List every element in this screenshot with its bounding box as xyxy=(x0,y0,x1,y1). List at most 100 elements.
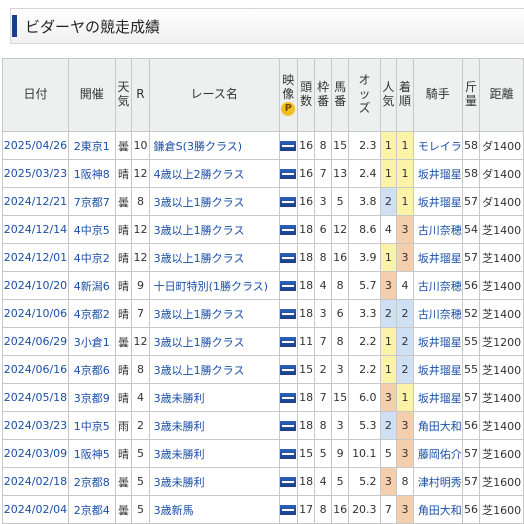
race-date-link[interactable]: 2024/03/23 xyxy=(2,411,69,440)
race-name-link[interactable]: 3歳以上1勝クラス xyxy=(148,327,280,356)
venue-link[interactable]: 1中京5 xyxy=(67,411,116,440)
race-date-link[interactable]: 2025/04/26 xyxy=(2,131,69,160)
video-icon[interactable] xyxy=(280,225,297,235)
video-icon[interactable] xyxy=(280,253,297,263)
race-name-link[interactable]: 3歳以上1勝クラス xyxy=(148,299,280,328)
col-header-date[interactable]: 日付 xyxy=(2,58,69,132)
video-icon[interactable] xyxy=(280,505,297,515)
col-header-race-number[interactable]: R xyxy=(131,58,150,132)
race-date-link[interactable]: 2024/03/09 xyxy=(2,439,69,468)
video-icon[interactable] xyxy=(280,169,297,179)
venue-link[interactable]: 3京都9 xyxy=(67,383,116,412)
venue-link[interactable]: 4中京5 xyxy=(67,215,116,244)
race-name-link[interactable]: 3歳以上1勝クラス xyxy=(148,355,280,384)
video-cell[interactable] xyxy=(278,439,298,468)
video-cell[interactable] xyxy=(278,243,298,272)
video-cell[interactable] xyxy=(278,131,298,160)
jockey-link[interactable]: 角田大和 xyxy=(412,495,463,524)
race-name-link[interactable]: 3歳未勝利 xyxy=(148,411,280,440)
venue-link[interactable]: 2京都8 xyxy=(67,467,116,496)
venue-link[interactable]: 4中京2 xyxy=(67,243,116,272)
race-date-link[interactable]: 2025/03/23 xyxy=(2,159,69,188)
jockey-link[interactable]: 坂井瑠星 xyxy=(412,243,463,272)
video-cell[interactable] xyxy=(278,215,298,244)
race-date-link[interactable]: 2024/12/01 xyxy=(2,243,69,272)
race-name-link[interactable]: 3歳以上1勝クラス xyxy=(148,187,280,216)
video-icon[interactable] xyxy=(280,477,297,487)
video-cell[interactable] xyxy=(278,383,298,412)
page-title: ビダーヤの競走成績 xyxy=(25,18,161,36)
race-date-link[interactable]: 2024/10/20 xyxy=(2,271,69,300)
col-header-venue[interactable]: 開催 xyxy=(67,58,116,132)
venue-link[interactable]: 4京都2 xyxy=(67,299,116,328)
jockey-link[interactable]: 古川奈穂 xyxy=(412,299,463,328)
video-icon[interactable] xyxy=(280,365,297,375)
race-date-link[interactable]: 2024/06/29 xyxy=(2,327,69,356)
video-icon[interactable] xyxy=(280,337,297,347)
video-cell[interactable] xyxy=(278,495,298,524)
venue-link[interactable]: 3小倉1 xyxy=(67,327,116,356)
race-name-link[interactable]: 4歳以上2勝クラス xyxy=(148,159,280,188)
video-icon[interactable] xyxy=(280,421,297,431)
video-icon[interactable] xyxy=(280,197,297,207)
jockey-link[interactable]: 坂井瑠星 xyxy=(412,159,463,188)
jockey-link[interactable]: モレイラ xyxy=(412,131,463,160)
jockey-link[interactable]: 津村明秀 xyxy=(412,467,463,496)
race-name-link[interactable]: 十日町特別(1勝クラス) xyxy=(148,271,280,300)
video-icon[interactable] xyxy=(280,281,297,291)
venue-link[interactable]: 1阪神5 xyxy=(67,439,116,468)
venue-link[interactable]: 2京都4 xyxy=(67,495,116,524)
jockey-link[interactable]: 坂井瑠星 xyxy=(412,187,463,216)
venue-link[interactable]: 1阪神8 xyxy=(67,159,116,188)
jockey-link[interactable]: 古川奈穂 xyxy=(412,271,463,300)
jockey-link[interactable]: 角田大和 xyxy=(412,411,463,440)
race-date-link[interactable]: 2024/12/21 xyxy=(2,187,69,216)
video-cell[interactable] xyxy=(278,187,298,216)
race-name-link[interactable]: 鎌倉S(3勝クラス) xyxy=(148,131,280,160)
col-header-gate[interactable]: 枠番 xyxy=(314,58,332,132)
race-date-link[interactable]: 2024/06/16 xyxy=(2,355,69,384)
col-header-weight[interactable]: 斤量 xyxy=(461,58,481,132)
video-icon[interactable] xyxy=(280,309,297,319)
jockey-link[interactable]: 坂井瑠星 xyxy=(412,327,463,356)
race-date-link[interactable]: 2024/10/06 xyxy=(2,299,69,328)
col-header-race-name[interactable]: レース名 xyxy=(148,58,280,132)
venue-link[interactable]: 7京都7 xyxy=(67,187,116,216)
video-icon[interactable] xyxy=(280,393,297,403)
col-header-finish[interactable]: 着順 xyxy=(396,58,414,132)
col-header-horse-number[interactable]: 馬番 xyxy=(330,58,350,132)
weight-cell: 52 xyxy=(461,299,481,328)
col-header-runners[interactable]: 頭数 xyxy=(296,58,316,132)
race-date-link[interactable]: 2024/02/04 xyxy=(2,495,69,524)
race-name-link[interactable]: 3歳以上1勝クラス xyxy=(148,243,280,272)
video-cell[interactable] xyxy=(278,299,298,328)
jockey-link[interactable]: 坂井瑠星 xyxy=(412,383,463,412)
venue-link[interactable]: 4新潟6 xyxy=(67,271,116,300)
race-date-link[interactable]: 2024/12/14 xyxy=(2,215,69,244)
col-header-jockey[interactable]: 騎手 xyxy=(412,58,463,132)
video-icon[interactable] xyxy=(280,449,297,459)
venue-link[interactable]: 4京都6 xyxy=(67,355,116,384)
col-header-odds[interactable]: オッズ xyxy=(348,58,381,132)
jockey-link[interactable]: 古川奈穂 xyxy=(412,215,463,244)
race-name-link[interactable]: 3歳新馬 xyxy=(148,495,280,524)
video-cell[interactable] xyxy=(278,327,298,356)
race-date-link[interactable]: 2024/05/18 xyxy=(2,383,69,412)
race-name-link[interactable]: 3歳未勝利 xyxy=(148,383,280,412)
video-cell[interactable] xyxy=(278,271,298,300)
jockey-link[interactable]: 藤岡佑介 xyxy=(412,439,463,468)
race-name-link[interactable]: 3歳未勝利 xyxy=(148,439,280,468)
col-header-weather[interactable]: 天気 xyxy=(114,58,133,132)
video-icon[interactable] xyxy=(280,141,297,151)
race-name-link[interactable]: 3歳未勝利 xyxy=(148,467,280,496)
race-name-link[interactable]: 3歳以上1勝クラス xyxy=(148,215,280,244)
video-cell[interactable] xyxy=(278,467,298,496)
video-cell[interactable] xyxy=(278,411,298,440)
col-header-distance[interactable]: 距離 xyxy=(479,58,524,132)
video-cell[interactable] xyxy=(278,355,298,384)
col-header-popularity[interactable]: 人気 xyxy=(379,58,398,132)
video-cell[interactable] xyxy=(278,159,298,188)
race-date-link[interactable]: 2024/02/18 xyxy=(2,467,69,496)
venue-link[interactable]: 2東京1 xyxy=(67,131,116,160)
jockey-link[interactable]: 坂井瑠星 xyxy=(412,355,463,384)
